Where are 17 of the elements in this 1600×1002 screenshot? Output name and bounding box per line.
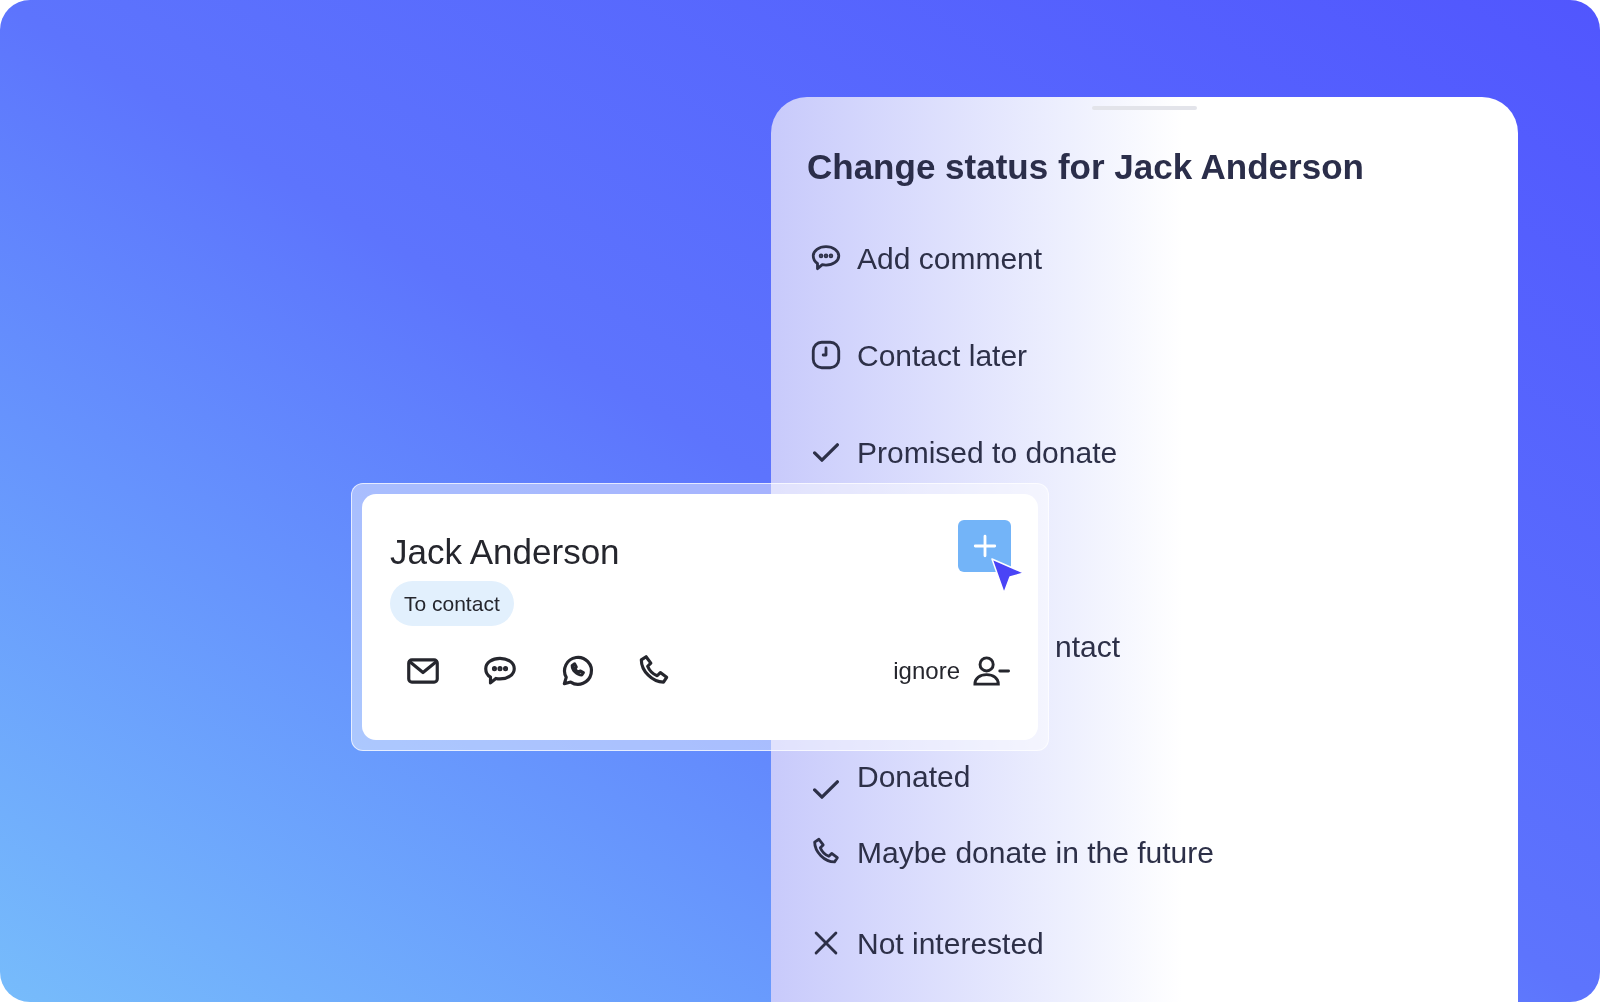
checkmark-icon — [813, 779, 839, 799]
clock-icon — [809, 338, 843, 372]
plus-icon — [971, 533, 998, 559]
ignore-button[interactable]: ignore — [893, 653, 1010, 689]
status-option[interactable]: Contact later — [857, 332, 1028, 378]
panel-title: Change status for Jack Anderson — [807, 146, 1365, 188]
contact-name: Jack Anderson — [390, 531, 620, 573]
status-option[interactable]: Promised to donate — [857, 429, 1118, 475]
checkmark-icon — [813, 442, 839, 462]
status-option[interactable]: Maybe donate in the future — [857, 829, 1214, 875]
remove-user-icon — [972, 653, 1010, 689]
status-badge: To contact — [390, 580, 514, 626]
add-button[interactable] — [958, 520, 1011, 572]
status-option[interactable]: Donated — [857, 753, 971, 799]
status-option[interactable]: ntact — [1055, 623, 1121, 669]
status-option[interactable]: Not interested — [857, 920, 1044, 966]
status-option[interactable]: Add comment — [857, 235, 1043, 281]
